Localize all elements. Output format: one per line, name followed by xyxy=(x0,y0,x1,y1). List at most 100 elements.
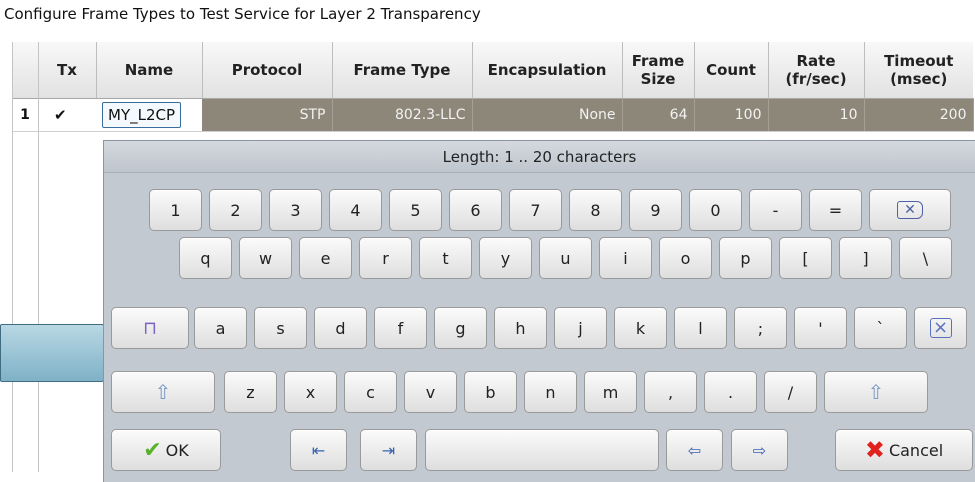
key-slash[interactable]: / xyxy=(764,371,817,413)
key-4[interactable]: 4 xyxy=(329,189,382,231)
key-e[interactable]: e xyxy=(299,237,352,279)
key-5[interactable]: 5 xyxy=(389,189,442,231)
key-8[interactable]: 8 xyxy=(569,189,622,231)
table-row[interactable]: 1 ✔ MY_L2CP STP 802.3-LLC None 64 100 10… xyxy=(12,98,974,132)
jump-end-key[interactable]: ⇥ xyxy=(360,429,417,471)
key-apostrophe[interactable]: ' xyxy=(794,307,847,349)
count-cell[interactable]: 100 xyxy=(694,98,769,132)
column-header-tx[interactable]: Tx xyxy=(38,42,97,99)
key-q[interactable]: q xyxy=(179,237,232,279)
right-shift-key[interactable]: ⇧ xyxy=(824,371,928,413)
shift-icon: ⇧ xyxy=(867,380,885,404)
partially-hidden-button[interactable] xyxy=(0,324,104,382)
key-b[interactable]: b xyxy=(464,371,517,413)
cursor-left-key[interactable]: ⇦ xyxy=(666,429,723,471)
red-x-icon: ✖ xyxy=(864,436,885,464)
checkmark-icon: ✔ xyxy=(143,437,162,463)
protocol-cell[interactable]: STP xyxy=(202,98,333,132)
column-header-rate[interactable]: Rate (fr/sec) xyxy=(768,42,865,99)
left-shift-key[interactable]: ⇧ xyxy=(111,371,215,413)
key-n[interactable]: n xyxy=(524,371,577,413)
row-index: 1 xyxy=(12,98,38,132)
rate-cell[interactable]: 10 xyxy=(768,98,865,132)
key-h[interactable]: h xyxy=(494,307,547,349)
page-title: Configure Frame Types to Test Service fo… xyxy=(4,5,481,23)
key-period[interactable]: . xyxy=(704,371,757,413)
key-a[interactable]: a xyxy=(194,307,247,349)
table-header-row: Tx Name Protocol Frame Type Encapsulatio… xyxy=(12,42,973,99)
key-right-bracket[interactable]: ] xyxy=(839,237,892,279)
column-header-frame-size[interactable]: Frame Size xyxy=(622,42,695,99)
key-0[interactable]: 0 xyxy=(689,189,742,231)
key-comma[interactable]: , xyxy=(644,371,697,413)
caps-lock-key[interactable]: ⊓ xyxy=(111,307,189,349)
ok-button[interactable]: ✔ OK xyxy=(111,429,221,471)
key-equals[interactable]: = xyxy=(809,189,862,231)
space-key[interactable] xyxy=(425,429,659,471)
cursor-right-key[interactable]: ⇨ xyxy=(731,429,788,471)
key-u[interactable]: u xyxy=(539,237,592,279)
onscreen-keyboard: Length: 1 .. 20 characters 1 2 3 4 5 6 7… xyxy=(103,140,975,482)
encapsulation-cell[interactable]: None xyxy=(472,98,623,132)
timeout-cell[interactable]: 200 xyxy=(864,98,974,132)
column-header-frame-type[interactable]: Frame Type xyxy=(332,42,473,99)
key-2[interactable]: 2 xyxy=(209,189,262,231)
clear-icon: × xyxy=(929,318,952,338)
lock-icon: ⊓ xyxy=(142,317,158,339)
key-semicolon[interactable]: ; xyxy=(734,307,787,349)
column-header-index xyxy=(12,42,39,99)
key-z[interactable]: z xyxy=(224,371,277,413)
key-v[interactable]: v xyxy=(404,371,457,413)
key-backslash[interactable]: \ xyxy=(899,237,952,279)
key-7[interactable]: 7 xyxy=(509,189,562,231)
frame-types-table: Tx Name Protocol Frame Type Encapsulatio… xyxy=(12,42,974,132)
key-minus[interactable]: - xyxy=(749,189,802,231)
key-g[interactable]: g xyxy=(434,307,487,349)
arrow-left-icon: ⇦ xyxy=(687,440,702,460)
backspace-icon: ✕ xyxy=(897,201,923,219)
column-header-protocol[interactable]: Protocol xyxy=(202,42,333,99)
table-left-border xyxy=(12,42,13,472)
key-x[interactable]: x xyxy=(284,371,337,413)
shift-icon: ⇧ xyxy=(154,380,172,404)
column-header-timeout[interactable]: Timeout (msec) xyxy=(864,42,973,99)
key-p[interactable]: p xyxy=(719,237,772,279)
key-left-bracket[interactable]: [ xyxy=(779,237,832,279)
key-r[interactable]: r xyxy=(359,237,412,279)
jump-end-icon: ⇥ xyxy=(381,440,396,460)
key-m[interactable]: m xyxy=(584,371,637,413)
name-cell[interactable]: MY_L2CP xyxy=(96,98,202,132)
key-o[interactable]: o xyxy=(659,237,712,279)
key-s[interactable]: s xyxy=(254,307,307,349)
key-6[interactable]: 6 xyxy=(449,189,502,231)
table-column-divider xyxy=(38,42,39,472)
keyboard-length-hint: Length: 1 .. 20 characters xyxy=(104,141,975,173)
name-input[interactable]: MY_L2CP xyxy=(102,101,182,128)
jump-start-key[interactable]: ⇤ xyxy=(290,429,347,471)
column-header-name[interactable]: Name xyxy=(96,42,203,99)
key-d[interactable]: d xyxy=(314,307,367,349)
key-k[interactable]: k xyxy=(614,307,667,349)
key-3[interactable]: 3 xyxy=(269,189,322,231)
key-j[interactable]: j xyxy=(554,307,607,349)
arrow-right-icon: ⇨ xyxy=(752,440,767,460)
key-i[interactable]: i xyxy=(599,237,652,279)
cancel-button[interactable]: ✖ Cancel xyxy=(835,429,973,471)
key-l[interactable]: l xyxy=(674,307,727,349)
key-y[interactable]: y xyxy=(479,237,532,279)
key-c[interactable]: c xyxy=(344,371,397,413)
tx-checkbox[interactable]: ✔ xyxy=(38,98,96,132)
frame-size-cell[interactable]: 64 xyxy=(622,98,695,132)
frame-type-cell[interactable]: 802.3-LLC xyxy=(332,98,473,132)
key-f[interactable]: f xyxy=(374,307,427,349)
key-t[interactable]: t xyxy=(419,237,472,279)
key-9[interactable]: 9 xyxy=(629,189,682,231)
key-w[interactable]: w xyxy=(239,237,292,279)
column-header-encapsulation[interactable]: Encapsulation xyxy=(472,42,623,99)
clear-key[interactable]: × xyxy=(914,307,967,349)
jump-start-icon: ⇤ xyxy=(311,440,326,460)
key-1[interactable]: 1 xyxy=(149,189,202,231)
backspace-key[interactable]: ✕ xyxy=(869,189,951,231)
column-header-count[interactable]: Count xyxy=(694,42,769,99)
key-backtick[interactable]: ` xyxy=(854,307,907,349)
